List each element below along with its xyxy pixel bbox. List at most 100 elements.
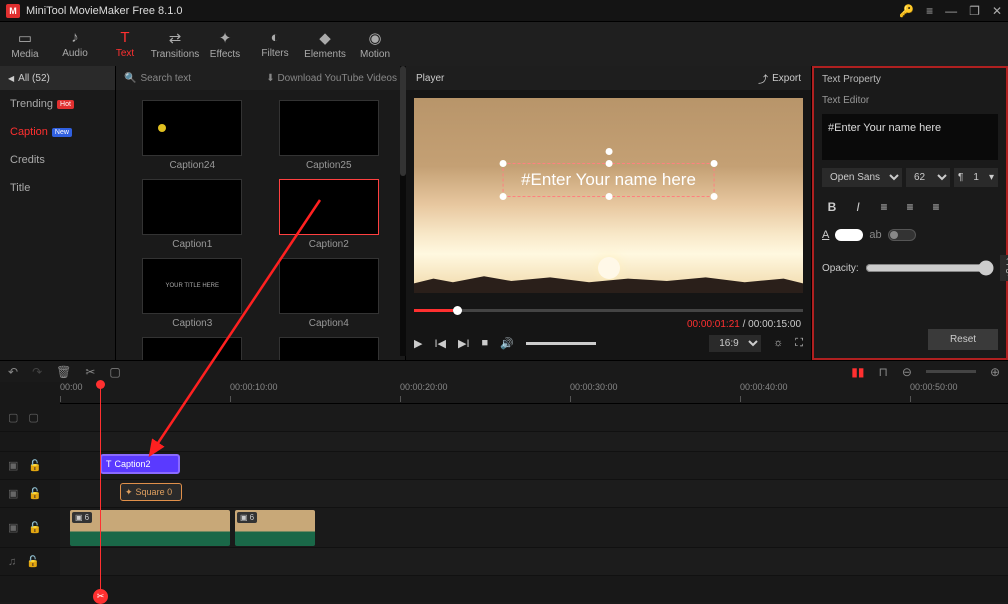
resize-handle[interactable] bbox=[711, 193, 718, 200]
undo-button[interactable]: ↶ bbox=[8, 365, 18, 379]
gallery-item[interactable] bbox=[271, 337, 388, 360]
export-button[interactable]: ⤴ Export bbox=[758, 71, 801, 86]
zoom-in-button[interactable]: ⊕ bbox=[990, 365, 1000, 379]
font-family-select[interactable]: Open Sans bbox=[822, 168, 902, 187]
sidebar-item-trending[interactable]: TrendingHot bbox=[0, 90, 115, 118]
clip-badge: ▣ 6 bbox=[237, 512, 257, 523]
thumbnail[interactable] bbox=[142, 337, 242, 360]
lock-icon[interactable]: 🔓 bbox=[28, 459, 42, 472]
gallery-item[interactable]: Caption24 bbox=[134, 100, 251, 171]
download-youtube-link[interactable]: ⬇ Download YouTube Videos bbox=[266, 73, 397, 84]
gallery-item[interactable] bbox=[134, 337, 251, 360]
track-icon[interactable]: ▢ bbox=[8, 411, 18, 424]
tab-text[interactable]: TText bbox=[100, 22, 150, 66]
align-right-button[interactable]: ≡ bbox=[926, 197, 946, 217]
align-center-button[interactable]: ≡ bbox=[900, 197, 920, 217]
lock-icon[interactable]: 🔓 bbox=[28, 487, 42, 500]
play-button[interactable]: ▶ bbox=[414, 337, 422, 350]
caption-clip[interactable]: T Caption2 bbox=[100, 454, 180, 474]
fullscreen-button[interactable]: ⛶ bbox=[795, 337, 803, 350]
gallery-item[interactable]: Caption25 bbox=[271, 100, 388, 171]
minimize-button[interactable]: — bbox=[945, 4, 957, 18]
text-overlay[interactable]: #Enter Your name here bbox=[502, 163, 715, 197]
text-color-swatch[interactable] bbox=[835, 229, 863, 241]
resize-handle[interactable] bbox=[605, 193, 612, 200]
sidebar-item-title[interactable]: Title bbox=[0, 174, 115, 202]
close-button[interactable]: ✕ bbox=[992, 4, 1002, 18]
tab-filters[interactable]: ◐Filters bbox=[250, 22, 300, 66]
snapshot-button[interactable]: ☼ bbox=[773, 337, 783, 349]
stop-button[interactable]: ■ bbox=[482, 337, 489, 349]
thumbnail[interactable] bbox=[279, 179, 379, 235]
aspect-select[interactable]: 16:9 bbox=[709, 335, 761, 352]
track-type-icon[interactable]: ▣ bbox=[8, 487, 18, 500]
font-size-select[interactable]: 62 bbox=[906, 168, 950, 187]
tab-audio[interactable]: ♪Audio bbox=[50, 22, 100, 66]
opacity-slider[interactable] bbox=[865, 260, 994, 276]
gallery-item[interactable]: Caption1 bbox=[134, 179, 251, 250]
track-type-icon[interactable]: ▣ bbox=[8, 459, 18, 472]
tab-media[interactable]: ▭Media bbox=[0, 22, 50, 66]
highlight-toggle[interactable] bbox=[888, 229, 916, 241]
split-button[interactable]: ✂ bbox=[85, 365, 95, 379]
key-icon[interactable]: 🔑 bbox=[899, 4, 914, 18]
track-dup-icon[interactable]: ▢ bbox=[28, 411, 38, 424]
sidebar-header[interactable]: All (52) bbox=[0, 66, 115, 90]
lock-icon[interactable]: 🔓 bbox=[28, 521, 42, 534]
gallery-item[interactable]: YOUR TITLE HERECaption3 bbox=[134, 258, 251, 329]
marker-icon[interactable]: ▮▮ bbox=[851, 365, 864, 379]
track-type-icon[interactable]: ▣ bbox=[8, 521, 18, 534]
thumbnail[interactable] bbox=[142, 100, 242, 156]
prev-frame-button[interactable]: I◀ bbox=[434, 337, 446, 350]
zoom-out-button[interactable]: ⊖ bbox=[902, 365, 912, 379]
line-spacing-select[interactable]: ¶1▾ bbox=[954, 168, 998, 187]
thumbnail[interactable] bbox=[279, 100, 379, 156]
crop-button[interactable]: ▢ bbox=[109, 365, 120, 379]
magnet-icon[interactable]: ⊓ bbox=[879, 365, 888, 379]
menu-icon[interactable]: ≡ bbox=[926, 4, 933, 18]
folder-icon: ▭ bbox=[18, 29, 32, 47]
volume-slider[interactable] bbox=[526, 342, 596, 345]
resize-handle[interactable] bbox=[711, 160, 718, 167]
bold-button[interactable]: B bbox=[822, 197, 842, 217]
resize-handle[interactable] bbox=[499, 160, 506, 167]
thumbnail[interactable] bbox=[279, 258, 379, 314]
align-left-button[interactable]: ≡ bbox=[874, 197, 894, 217]
gallery-item[interactable]: Caption4 bbox=[271, 258, 388, 329]
tab-effects[interactable]: ✦Effects bbox=[200, 22, 250, 66]
rotate-handle[interactable] bbox=[605, 148, 612, 155]
player-panel: Player ⤴ Export #Enter Your name here bbox=[406, 66, 812, 360]
tab-transitions[interactable]: ⇄Transitions bbox=[150, 22, 200, 66]
video-clip[interactable]: ▣ 6 bbox=[235, 510, 315, 546]
gallery-item[interactable]: Caption2 bbox=[271, 179, 388, 250]
sidebar-item-caption[interactable]: CaptionNew bbox=[0, 118, 115, 146]
video-preview[interactable]: #Enter Your name here bbox=[414, 98, 803, 293]
thumbnail[interactable]: YOUR TITLE HERE bbox=[142, 258, 242, 314]
volume-icon[interactable]: 🔊 bbox=[500, 337, 514, 350]
next-frame-button[interactable]: ▶I bbox=[458, 337, 470, 350]
text-content-input[interactable] bbox=[822, 114, 998, 160]
tab-motion[interactable]: ◉Motion bbox=[350, 22, 400, 66]
thumbnail[interactable] bbox=[142, 179, 242, 235]
sidebar-item-credits[interactable]: Credits bbox=[0, 146, 115, 174]
timeline-ruler[interactable]: 00:0000:00:10:0000:00:20:0000:00:30:0000… bbox=[60, 382, 1008, 404]
redo-button[interactable]: ↷ bbox=[32, 365, 42, 379]
thumbnail[interactable] bbox=[279, 337, 379, 360]
video-clip[interactable]: ▣ 6 bbox=[70, 510, 230, 546]
reset-button[interactable]: Reset bbox=[928, 329, 998, 350]
delete-button[interactable]: 🗑 bbox=[56, 365, 71, 379]
lock-icon[interactable]: 🔓 bbox=[26, 555, 40, 568]
search-box[interactable]: 🔍 Search text bbox=[124, 73, 191, 84]
main-toolbar: ▭Media♪AudioTText⇄Transitions✦Effects◐Fi… bbox=[0, 22, 1008, 66]
maximize-button[interactable]: ❐ bbox=[969, 4, 980, 18]
element-clip[interactable]: ✦ Square 0 bbox=[120, 483, 182, 501]
italic-button[interactable]: I bbox=[848, 197, 868, 217]
gallery-scrollbar[interactable] bbox=[400, 66, 406, 356]
audio-track-icon[interactable]: ♫ bbox=[8, 556, 16, 568]
resize-handle[interactable] bbox=[499, 193, 506, 200]
tab-elements[interactable]: ◆Elements bbox=[300, 22, 350, 66]
progress-bar[interactable] bbox=[414, 301, 803, 319]
resize-handle[interactable] bbox=[605, 160, 612, 167]
playhead[interactable] bbox=[100, 382, 101, 602]
zoom-slider[interactable] bbox=[926, 370, 976, 373]
